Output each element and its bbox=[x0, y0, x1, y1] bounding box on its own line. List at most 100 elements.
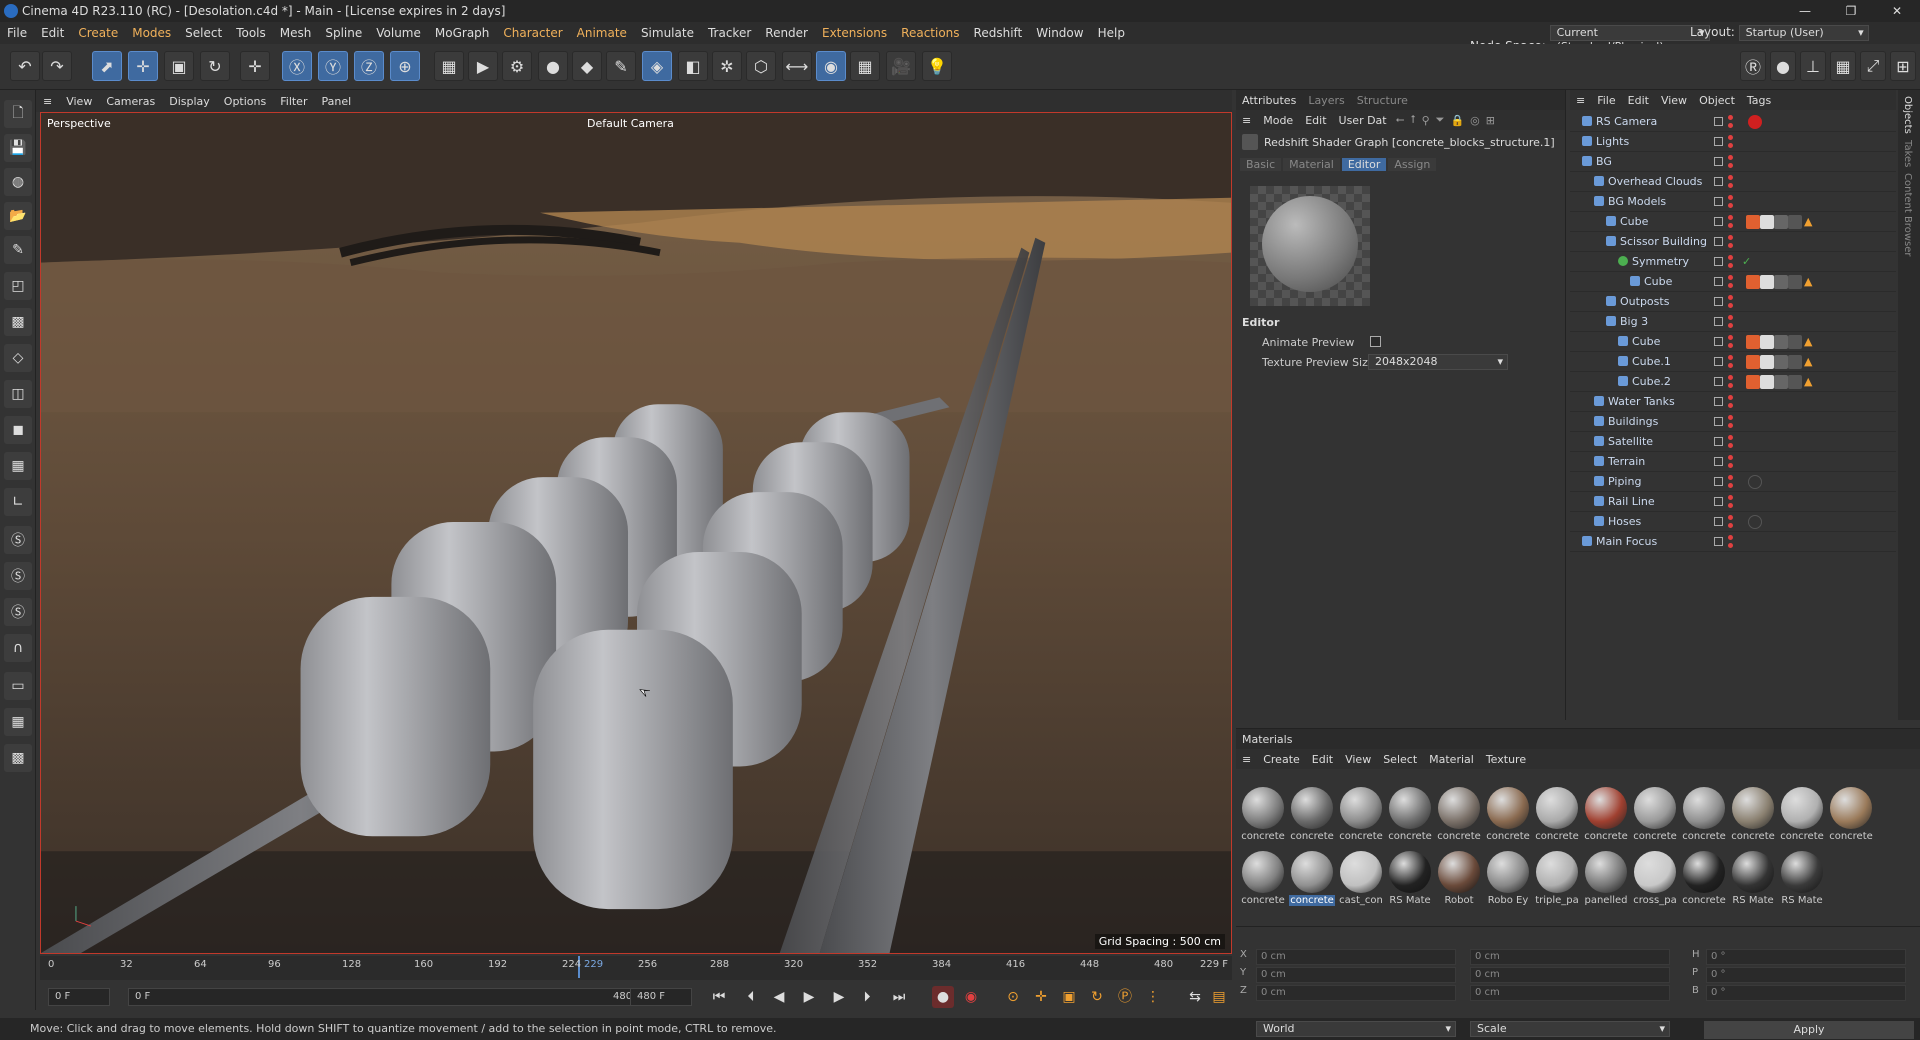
viewport-menu-panel[interactable]: Panel bbox=[314, 95, 358, 108]
visibility-toggle[interactable] bbox=[1714, 497, 1723, 506]
visibility-toggle[interactable] bbox=[1714, 297, 1723, 306]
position-x-field[interactable]: 0 cm bbox=[1256, 949, 1456, 965]
render-visibility-dot[interactable] bbox=[1728, 543, 1733, 548]
lock-icon[interactable]: 🔒 bbox=[1447, 114, 1467, 127]
attributes-tab-structure[interactable]: Structure bbox=[1351, 94, 1414, 107]
material-swatch[interactable]: concrete bbox=[1779, 787, 1825, 847]
visibility-toggle[interactable] bbox=[1714, 417, 1723, 426]
search-icon[interactable]: ⚲ bbox=[1419, 114, 1433, 127]
scheme-icon[interactable]: ⇆ bbox=[1184, 986, 1206, 1008]
size-mode-select[interactable]: Scale bbox=[1470, 1021, 1670, 1037]
render-to-picture-viewer-icon[interactable]: ▶ bbox=[468, 51, 498, 81]
move-icon[interactable]: ✛ bbox=[128, 51, 158, 81]
editor-visibility-dot[interactable] bbox=[1728, 135, 1733, 140]
render-visibility-dot[interactable] bbox=[1728, 163, 1733, 168]
editor-visibility-dot[interactable] bbox=[1728, 215, 1733, 220]
commander-icon[interactable]: ⊞ bbox=[1890, 51, 1916, 81]
editor-visibility-dot[interactable] bbox=[1728, 295, 1733, 300]
object-row[interactable]: Rail Line bbox=[1570, 492, 1896, 512]
material-swatch[interactable]: triple_pa bbox=[1534, 851, 1580, 911]
texture-mode-icon[interactable]: ▩ bbox=[4, 308, 32, 336]
quantize-icon[interactable]: ▩ bbox=[4, 744, 32, 772]
material-swatch[interactable]: RS Mate bbox=[1779, 851, 1825, 911]
visibility-toggle[interactable] bbox=[1714, 217, 1723, 226]
material-tag-icon[interactable] bbox=[1774, 215, 1788, 229]
render-visibility-dot[interactable] bbox=[1728, 403, 1733, 408]
visibility-toggle[interactable] bbox=[1714, 237, 1723, 246]
menu-help[interactable]: Help bbox=[1091, 26, 1132, 40]
material-tag-icon[interactable] bbox=[1774, 335, 1788, 349]
viewport-menu-cameras[interactable]: Cameras bbox=[99, 95, 162, 108]
menu-tracker[interactable]: Tracker bbox=[701, 26, 758, 40]
preview-range-slider[interactable]: 0 F 480 F bbox=[128, 988, 648, 1006]
light-icon[interactable]: 💡 bbox=[922, 51, 952, 81]
attributes-subtab-editor[interactable]: Editor bbox=[1341, 157, 1387, 171]
texture-tag-icon[interactable] bbox=[1760, 375, 1774, 389]
object-row[interactable]: Water Tanks bbox=[1570, 392, 1896, 412]
next-frame-button[interactable]: ▶ bbox=[828, 986, 850, 1008]
render-visibility-dot[interactable] bbox=[1728, 243, 1733, 248]
menu-spline[interactable]: Spline bbox=[318, 26, 369, 40]
editor-visibility-dot[interactable] bbox=[1728, 335, 1733, 340]
phong-tag-icon[interactable] bbox=[1746, 355, 1760, 369]
object-row[interactable]: Cube.2 ▲ bbox=[1570, 372, 1896, 392]
material-tag-icon[interactable] bbox=[1788, 215, 1802, 229]
warning-tag-icon[interactable]: ▲ bbox=[1804, 355, 1818, 369]
menu-render[interactable]: Render bbox=[758, 26, 815, 40]
material-swatch[interactable]: concrete bbox=[1485, 787, 1531, 847]
size-x-field[interactable]: 0 cm bbox=[1470, 949, 1670, 965]
phong-tag-icon[interactable] bbox=[1746, 375, 1760, 389]
visibility-toggle[interactable] bbox=[1714, 377, 1723, 386]
x-axis-lock-icon[interactable]: Ⓧ bbox=[282, 51, 312, 81]
points-mode-icon[interactable]: ◇ bbox=[4, 344, 32, 372]
rotate-icon[interactable]: ↻ bbox=[200, 51, 230, 81]
materials-menu-create[interactable]: Create bbox=[1257, 753, 1306, 766]
visibility-toggle[interactable] bbox=[1714, 337, 1723, 346]
viewport[interactable]: Perspective Default Camera Grid Spacing … bbox=[40, 112, 1232, 954]
workplane-lock-icon[interactable]: ▭ bbox=[4, 672, 32, 700]
object-row[interactable]: Big 3 bbox=[1570, 312, 1896, 332]
coordinate-space-select[interactable]: World bbox=[1256, 1021, 1456, 1037]
y-axis-lock-icon[interactable]: Ⓨ bbox=[318, 51, 348, 81]
point-level-key-icon[interactable]: ⋮ bbox=[1142, 986, 1164, 1008]
render-visibility-dot[interactable] bbox=[1728, 503, 1733, 508]
object-row[interactable]: Terrain bbox=[1570, 452, 1896, 472]
new-scene-icon[interactable]: 🗋 bbox=[4, 100, 32, 128]
cloner-icon[interactable]: ✲ bbox=[712, 51, 742, 81]
redo-icon[interactable]: ↷ bbox=[42, 51, 72, 81]
menu-reactions[interactable]: Reactions bbox=[894, 26, 966, 40]
snap-toggle-icon[interactable]: Ⓢ bbox=[4, 526, 32, 554]
render-visibility-dot[interactable] bbox=[1728, 283, 1733, 288]
material-swatch[interactable]: concrete bbox=[1534, 787, 1580, 847]
menu-character[interactable]: Character bbox=[496, 26, 569, 40]
animate-preview-checkbox[interactable] bbox=[1370, 336, 1381, 347]
parameter-key-icon[interactable]: Ⓟ bbox=[1114, 986, 1136, 1008]
previous-frame-button[interactable]: ◀ bbox=[768, 986, 790, 1008]
object-row[interactable]: RS Camera bbox=[1570, 112, 1896, 132]
next-key-button[interactable]: ⏵ bbox=[856, 986, 878, 1008]
recent-tool-icon[interactable]: ✛ bbox=[240, 51, 270, 81]
render-visibility-dot[interactable] bbox=[1728, 443, 1733, 448]
make-editable-icon[interactable]: ✎ bbox=[4, 236, 32, 264]
floor-icon[interactable]: ▦ bbox=[850, 51, 880, 81]
object-icon[interactable]: ◍ bbox=[4, 168, 32, 196]
editor-visibility-dot[interactable] bbox=[1728, 355, 1733, 360]
render-visibility-dot[interactable] bbox=[1728, 363, 1733, 368]
render-visibility-dot[interactable] bbox=[1728, 323, 1733, 328]
axis-mode-icon[interactable]: ∟ bbox=[4, 488, 32, 516]
edges-mode-icon[interactable]: ◫ bbox=[4, 380, 32, 408]
editor-visibility-dot[interactable] bbox=[1728, 415, 1733, 420]
editor-visibility-dot[interactable] bbox=[1728, 475, 1733, 480]
axis-icon[interactable]: ⤢ bbox=[1860, 51, 1886, 81]
up-icon[interactable]: ⭡ bbox=[1407, 113, 1418, 127]
object-row[interactable]: Scissor Building bbox=[1570, 232, 1896, 252]
render-visibility-dot[interactable] bbox=[1728, 183, 1733, 188]
materials-menu-material[interactable]: Material bbox=[1423, 753, 1480, 766]
viewport-menu-options[interactable]: Options bbox=[217, 95, 273, 108]
object-row[interactable]: BG bbox=[1570, 152, 1896, 172]
warning-tag-icon[interactable]: ▲ bbox=[1804, 375, 1818, 389]
editor-visibility-dot[interactable] bbox=[1728, 395, 1733, 400]
material-swatch[interactable]: concrete bbox=[1632, 787, 1678, 847]
visibility-toggle[interactable] bbox=[1714, 517, 1723, 526]
materials-menu-texture[interactable]: Texture bbox=[1480, 753, 1532, 766]
